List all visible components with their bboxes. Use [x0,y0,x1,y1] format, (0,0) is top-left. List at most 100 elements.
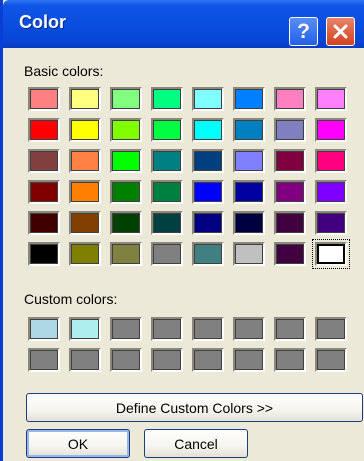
title-bar[interactable]: Color ? [3,0,364,48]
basic-color-swatch-color [112,182,140,202]
basic-color-swatch[interactable] [233,87,265,111]
basic-color-swatch[interactable] [315,180,347,204]
basic-color-swatch[interactable] [233,211,265,235]
custom-color-swatch[interactable] [233,348,265,372]
custom-color-swatch-color [30,350,58,370]
basic-color-swatch[interactable] [192,118,224,142]
basic-color-swatch[interactable] [151,242,183,266]
custom-color-swatch-color [112,319,140,339]
basic-color-swatch-color [235,120,263,140]
basic-color-swatch[interactable] [274,211,306,235]
basic-color-swatch-color [235,89,263,109]
basic-color-swatch[interactable] [28,87,60,111]
custom-color-swatch-color [235,350,263,370]
basic-color-swatch[interactable] [233,149,265,173]
basic-color-swatch[interactable] [110,180,142,204]
ok-label: OK [67,435,89,452]
help-icon: ? [297,19,310,43]
custom-color-swatch[interactable] [28,317,60,341]
basic-color-swatch[interactable] [192,242,224,266]
basic-color-swatch[interactable] [28,149,60,173]
custom-color-swatch[interactable] [28,348,60,372]
cancel-button[interactable]: Cancel [144,429,248,458]
basic-color-swatch[interactable] [315,118,347,142]
basic-color-swatch[interactable] [110,87,142,111]
custom-color-swatch-color [112,350,140,370]
basic-color-swatch-color [153,244,181,264]
custom-color-swatch[interactable] [274,348,306,372]
close-button[interactable] [326,17,355,46]
basic-color-swatch[interactable] [151,118,183,142]
basic-color-swatch[interactable] [151,211,183,235]
basic-color-swatch[interactable] [151,180,183,204]
ok-button[interactable]: OK [26,429,130,458]
custom-color-swatch[interactable] [151,317,183,341]
custom-color-swatch[interactable] [192,348,224,372]
custom-color-swatch[interactable] [192,317,224,341]
cancel-label: Cancel [174,435,218,452]
basic-color-swatch-color [276,120,304,140]
custom-color-swatch[interactable] [110,348,142,372]
basic-color-swatch[interactable] [315,211,347,235]
basic-color-swatch[interactable] [233,118,265,142]
basic-color-swatch[interactable] [274,180,306,204]
basic-color-swatch[interactable] [312,239,350,269]
basic-color-swatch-color [71,89,99,109]
basic-color-swatch[interactable] [28,211,60,235]
basic-color-swatch[interactable] [315,149,347,173]
custom-color-swatch[interactable] [315,348,347,372]
basic-color-swatch[interactable] [69,211,101,235]
basic-color-swatch[interactable] [192,180,224,204]
basic-color-swatch-color [194,182,222,202]
custom-color-swatch[interactable] [233,317,265,341]
define-custom-colors-button[interactable]: Define Custom Colors >> [26,393,363,422]
basic-color-swatch[interactable] [274,118,306,142]
basic-color-swatch-color [235,244,263,264]
basic-color-swatch[interactable] [110,149,142,173]
basic-color-swatch[interactable] [110,211,142,235]
basic-color-swatch[interactable] [233,242,265,266]
basic-color-swatch[interactable] [69,87,101,111]
basic-color-swatch[interactable] [274,149,306,173]
custom-color-swatch[interactable] [110,317,142,341]
basic-color-swatch[interactable] [110,118,142,142]
basic-color-swatch[interactable] [69,242,101,266]
basic-color-swatch[interactable] [69,149,101,173]
basic-color-swatch-color [153,213,181,233]
help-button[interactable]: ? [289,17,318,46]
custom-color-swatch[interactable] [315,317,347,341]
basic-color-swatch[interactable] [192,211,224,235]
basic-color-swatch[interactable] [274,242,306,266]
basic-color-swatch[interactable] [151,149,183,173]
define-custom-colors-label: Define Custom Colors >> [115,399,274,416]
custom-color-swatch[interactable] [274,317,306,341]
basic-color-swatch-color [194,213,222,233]
custom-color-swatch-color [276,319,304,339]
color-dialog: Color ? Basic colors: Custom colors: Def… [0,0,364,461]
basic-color-swatch[interactable] [192,87,224,111]
basic-color-swatch[interactable] [151,87,183,111]
basic-color-swatch[interactable] [28,118,60,142]
basic-color-swatch[interactable] [69,180,101,204]
custom-color-swatch[interactable] [69,348,101,372]
custom-color-swatch[interactable] [69,317,101,341]
basic-color-swatch-color [30,213,58,233]
basic-color-swatch-color [153,120,181,140]
basic-color-swatch-color [112,213,140,233]
custom-color-swatch[interactable] [151,348,183,372]
basic-color-swatch[interactable] [233,180,265,204]
custom-color-swatch-color [153,350,181,370]
basic-color-swatch[interactable] [28,242,60,266]
basic-color-swatch[interactable] [274,87,306,111]
basic-color-swatch-color [317,151,345,171]
basic-color-swatch[interactable] [28,180,60,204]
basic-color-swatch-color [112,89,140,109]
basic-color-swatch-color [276,89,304,109]
basic-color-swatch[interactable] [192,149,224,173]
basic-color-swatch[interactable] [110,242,142,266]
basic-color-swatch-color [276,213,304,233]
basic-color-swatch[interactable] [69,118,101,142]
basic-color-swatch-color [71,244,99,264]
basic-color-swatch-color [30,120,58,140]
basic-color-swatch[interactable] [315,87,347,111]
